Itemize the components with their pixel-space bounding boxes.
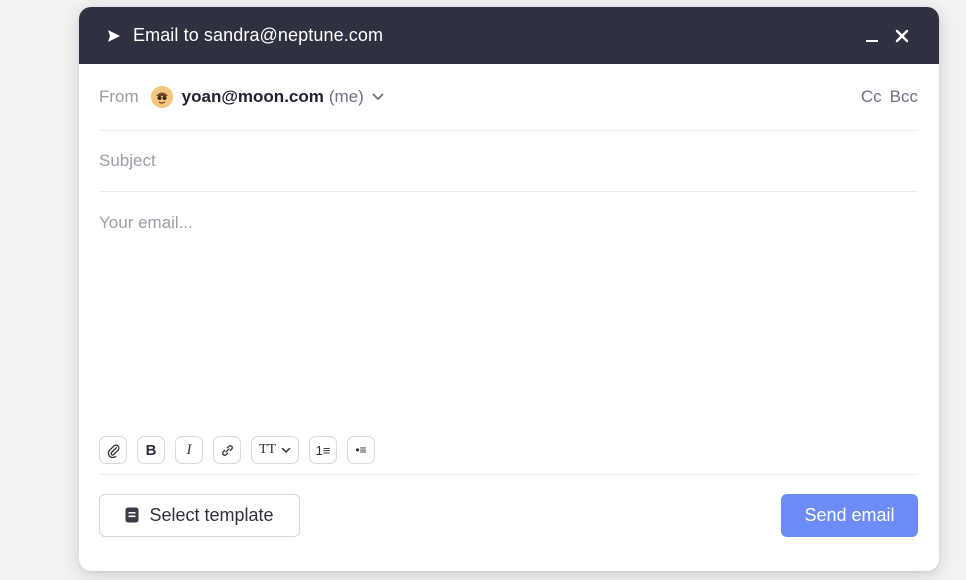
compose-footer: Select template Send email <box>99 475 918 555</box>
chevron-down-icon[interactable] <box>372 93 384 101</box>
text-size-label: TT <box>258 442 277 457</box>
link-icon <box>221 444 233 456</box>
from-label: From <box>99 87 139 106</box>
bullet-list-button[interactable]: •≡ <box>347 436 375 464</box>
paperclip-icon <box>107 444 119 458</box>
from-row: From yoan@moon.com (me) Cc Bcc <box>99 64 918 131</box>
italic-button[interactable]: I <box>175 436 203 464</box>
avatar <box>150 86 173 108</box>
email-compose-modal: Email to sandra@neptune.com From yoan@mo… <box>79 7 939 571</box>
minimize-icon[interactable] <box>861 25 883 47</box>
ordered-list-button[interactable]: 1≡ <box>309 436 337 464</box>
from-email: yoan@moon.com <box>181 87 324 106</box>
document-icon <box>125 507 139 523</box>
bullet-list-label: •≡ <box>355 443 367 457</box>
chevron-down-icon <box>281 447 291 453</box>
link-button[interactable] <box>213 436 241 464</box>
cc-button[interactable]: Cc <box>861 87 882 107</box>
body-area <box>99 192 918 430</box>
send-icon <box>107 29 121 43</box>
close-icon[interactable] <box>891 25 913 47</box>
compose-title: Email to sandra@neptune.com <box>133 25 384 45</box>
formatting-toolbar: B I TT 1≡ •≡ <box>99 430 918 475</box>
bold-button[interactable]: B <box>137 436 165 464</box>
send-email-button[interactable]: Send email <box>781 493 918 537</box>
italic-label: I <box>186 441 192 458</box>
select-template-label: Select template <box>149 504 274 525</box>
compose-header: Email to sandra@neptune.com <box>79 7 939 64</box>
text-size-dropdown[interactable]: TT <box>251 436 299 464</box>
bcc-button[interactable]: Bcc <box>890 87 918 107</box>
select-template-button[interactable]: Select template <box>99 493 300 537</box>
subject-row <box>99 131 918 192</box>
from-me-label: (me) <box>328 87 364 106</box>
bold-label: B <box>145 441 157 459</box>
subject-input[interactable] <box>99 151 918 171</box>
email-body-input[interactable] <box>99 212 918 412</box>
attachment-button[interactable] <box>99 436 127 464</box>
ordered-list-label: 1≡ <box>315 442 331 458</box>
